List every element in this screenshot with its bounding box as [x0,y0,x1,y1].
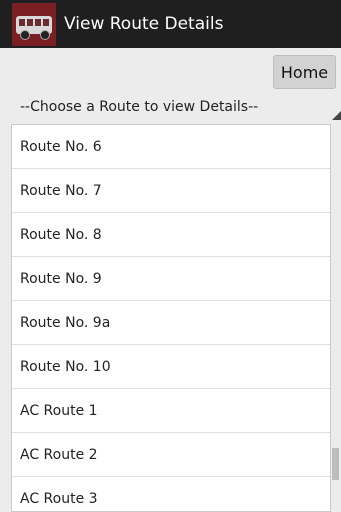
route-item-8[interactable]: Route No. 8 [12,213,330,257]
bus-icon[interactable] [12,3,56,46]
route-spinner-prompt[interactable]: --Choose a Route to view Details-- [20,98,258,116]
bus-window [43,19,49,26]
home-button[interactable]: Home [273,55,336,89]
route-item-9a[interactable]: Route No. 9a [12,301,330,345]
scrollbar-thumb[interactable] [332,448,339,480]
bus-window [27,19,33,26]
page-title: View Route Details [64,14,224,34]
route-item-7[interactable]: Route No. 7 [12,169,330,213]
bus-wheel [20,30,30,40]
route-item-10[interactable]: Route No. 10 [12,345,330,389]
route-item-ac-2[interactable]: AC Route 2 [12,433,330,477]
route-item-ac-3[interactable]: AC Route 3 [12,477,330,511]
spinner-arrow-icon[interactable] [332,111,341,120]
action-bar: View Route Details [0,0,341,48]
route-item-ac-1[interactable]: AC Route 1 [12,389,330,433]
route-item-9[interactable]: Route No. 9 [12,257,330,301]
route-item-6[interactable]: Route No. 6 [12,125,330,169]
bus-wheel [40,30,50,40]
route-dropdown-list[interactable]: Route No. 6 Route No. 7 Route No. 8 Rout… [11,124,331,512]
bus-window [35,19,41,26]
bus-window [19,19,25,26]
